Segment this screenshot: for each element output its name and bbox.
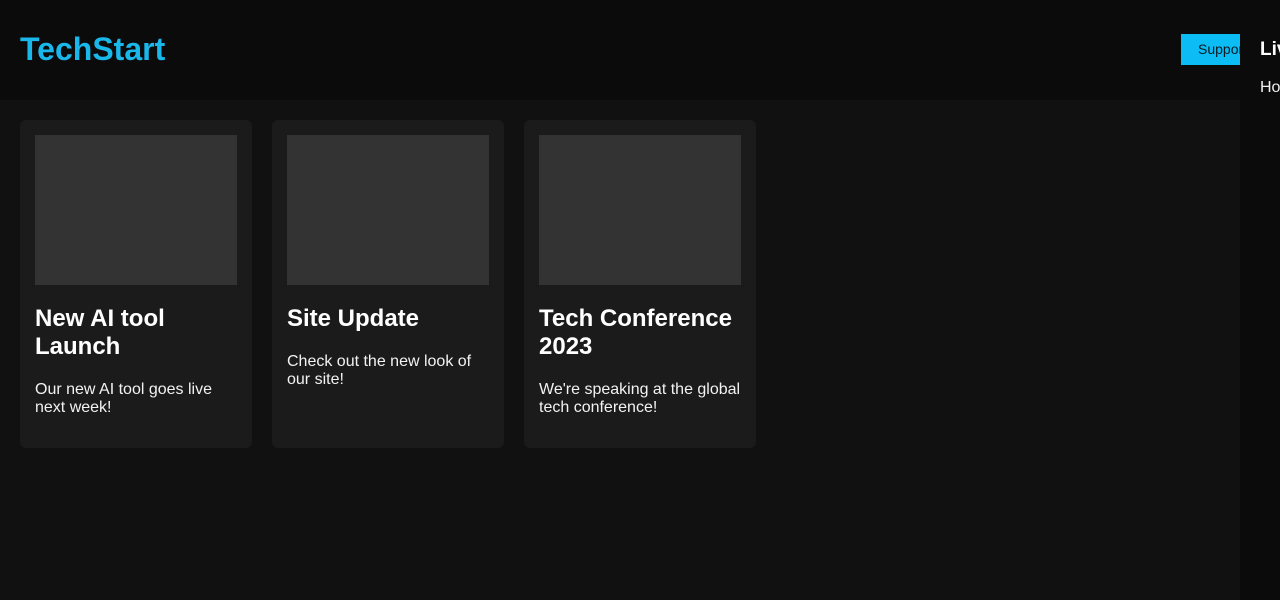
sidebar-title: Live: [1260, 39, 1280, 60]
card-image-placeholder: [35, 135, 237, 285]
card-image-placeholder: [539, 135, 741, 285]
card-description: We're speaking at the global tech confer…: [539, 381, 741, 416]
news-card[interactable]: New AI tool Launch Our new AI tool goes …: [20, 120, 252, 448]
sidebar: Live Ho: [1240, 0, 1280, 600]
news-card[interactable]: Site Update Check out the new look of ou…: [272, 120, 504, 448]
sidebar-item[interactable]: Ho: [1260, 78, 1280, 98]
site-logo[interactable]: TechStart: [20, 30, 165, 68]
card-title: Site Update: [287, 305, 420, 332]
site-header: TechStart Support: [0, 0, 1240, 100]
card-description: Our new AI tool goes live next week!: [35, 381, 212, 416]
card-title: New AI tool Launch: [35, 305, 165, 360]
news-card-grid: New AI tool Launch Our new AI tool goes …: [0, 100, 1240, 600]
news-card[interactable]: Tech Conference 2023 We're speaking at t…: [524, 120, 756, 448]
card-description: Check out the new look of our site!: [287, 353, 472, 388]
support-button[interactable]: Support: [1181, 34, 1240, 65]
card-title: Tech Conference 2023: [539, 305, 732, 360]
card-image-placeholder: [287, 135, 489, 285]
